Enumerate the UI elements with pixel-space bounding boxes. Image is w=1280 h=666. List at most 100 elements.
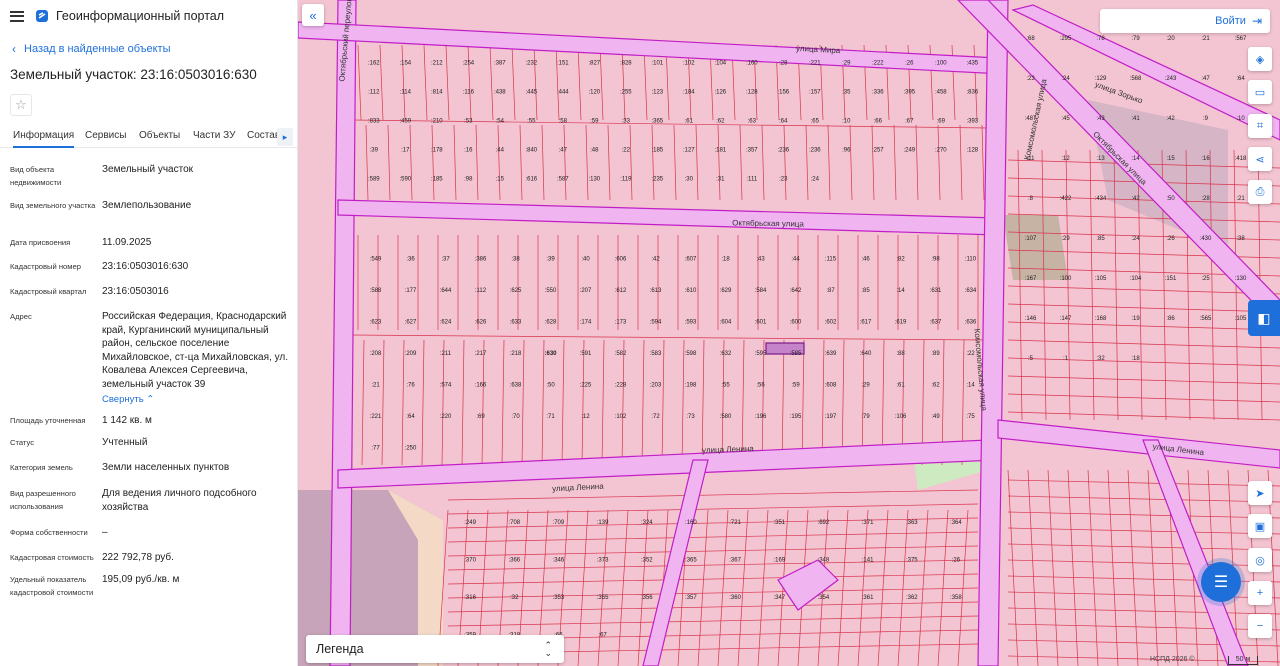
parcel-number-label: :387 [494,61,506,67]
chevron-updown-icon: ⌃ ⌄ [544,640,552,658]
parcel-number-label: :196 [755,414,767,420]
tab-parts[interactable]: Части ЗУ [193,130,235,141]
parcel-number-label: :43 [1096,116,1105,122]
scale-bar: 50 м [1228,656,1258,665]
side-panel-tab-icon[interactable]: ◧ [1248,300,1280,336]
property-label: Кадастровый квартал [10,287,87,296]
property-label: Дата присвоения [10,238,71,247]
parcel-number-label: :370 [464,557,476,563]
parcel-number-label: :567 [1235,36,1247,42]
parcel-number-label: :112 [368,90,380,96]
parcel-number-label: :836 [966,90,978,96]
copyright: НСПД 2026 © [1150,656,1195,663]
parcel-number-label: :66 [874,119,883,125]
property-value: 23:16:0503016:630 [102,261,189,272]
parcel-number-label: :89 [931,351,940,357]
parcel-number-label: :104 [714,61,726,67]
parcel-number-label: :639 [825,351,837,357]
parcel-number-label: :316 [464,595,476,601]
parcel-number-label: :112 [475,288,487,294]
parcel-number-label: :25 [1201,276,1210,282]
parcel-number-label: :634 [965,288,977,294]
parcel-number-label: :151 [557,61,569,67]
map-canvas[interactable]: улица МираОктябрьская улицаулица Ленинау… [298,0,1280,666]
screenshot-icon[interactable]: ▣ [1248,514,1272,538]
parcel-number-label: :79 [1131,36,1140,42]
geolocate-icon[interactable]: ◎ [1248,548,1272,572]
tabs-scroll-right-icon[interactable]: ▸ [277,128,293,146]
parcel-number-label: :623 [370,320,382,326]
parcel-number-label: :8 [1028,196,1034,202]
parcel-number-label: :139 [597,520,609,526]
parcel-number-label: :116 [463,90,475,96]
ruler-icon[interactable]: ▭ [1248,80,1272,104]
property-label: Кадастровая стоимость [10,553,94,562]
parcel-number-label: :637 [930,320,942,326]
parcel-number-label: :88 [896,351,905,357]
property-value: Земли населенных пунктов [102,462,230,473]
parcel-number-label: :549 [370,257,382,263]
print-icon[interactable]: ⎙ [1248,180,1272,204]
back-link-label: Назад в найденные объекты [24,43,171,55]
parcel-number-label: :633 [510,320,522,326]
parcel-number-label: :72 [651,414,660,420]
parcel-number-label: :126 [714,90,726,96]
back-link[interactable]: ‹ Назад в найденные объекты [0,39,297,59]
chat-icon[interactable]: ☰ [1201,562,1241,602]
parcel-number-label: :16 [464,148,473,154]
parcel-number-label: :53 [464,119,473,125]
parcel-number-label: :582 [615,351,627,357]
parcel-number-label: :195 [790,414,802,420]
parcel-number-label: :198 [685,382,697,388]
parcel-number-label: :76 [406,382,415,388]
zoom-in-icon[interactable]: + [1248,581,1272,605]
parcel-number-label: :184 [683,90,695,96]
legend-dropdown[interactable]: Легенда ⌃ ⌄ [306,635,564,663]
login-button[interactable]: Войти ⇥ [1100,9,1270,33]
parcel-number-label: :114 [400,90,412,96]
tab-services[interactable]: Сервисы [85,130,126,141]
parcel-number-label: :444 [557,90,569,96]
parcel-number-label: :128 [966,148,978,154]
parcel-number-label: :67 [598,632,607,638]
parcel-number-label: :70 [511,414,520,420]
parcel-number-label: :255 [620,90,632,96]
parcel-number-label: :26 [1166,236,1175,242]
parcel-number-label: :692 [818,520,830,526]
zoom-out-icon[interactable]: − [1248,614,1272,638]
collapse-link[interactable]: Свернуть ⌃ [102,393,154,407]
parcel-number-label: :351 [773,520,785,526]
scan-icon[interactable]: ⌗ [1248,114,1272,138]
parcel-number-label: :13 [1096,156,1105,162]
parcel-number-label: :363 [906,520,918,526]
collapse-panel-icon[interactable]: « [302,4,324,26]
favorite-star-icon[interactable]: ☆ [10,94,32,116]
parcel-number-label: :418 [1235,156,1247,162]
share-icon[interactable]: ⋖ [1248,147,1272,171]
property-value: 23:16:0503016 [102,286,169,297]
parcel-number-label: :203 [650,382,662,388]
parcel-number-label: :595 [755,351,767,357]
menu-icon[interactable] [10,10,24,22]
parcel-number-label: :709 [553,520,565,526]
parcel-number-label: :42 [1166,116,1175,122]
parcel-number-label: :487 [1025,116,1037,122]
cadastral-map[interactable]: улица Мира Октябрьская улица улица Ленина у… [298,0,1280,666]
tab-objects[interactable]: Объекты [139,130,180,141]
portal-title: Геоинформационный портал [56,9,225,23]
parcel-number-label: :580 [720,414,732,420]
locate-icon[interactable]: ➤ [1248,481,1272,505]
parcel-number-label: :29 [1061,236,1070,242]
parcel-number-label: :160 [685,520,697,526]
parcel-number-label: :375 [906,557,918,563]
parcel-number-label: :100 [935,61,947,67]
parcel-number-label: :111 [746,177,757,183]
parcel-number-label: :41 [1131,116,1140,122]
parcel-number-label: :587 [557,177,569,183]
parcel-number-label: :32 [510,595,519,601]
tab-composition[interactable]: Состав [247,130,280,141]
parcel-number-label: :249 [464,520,476,526]
tab-info[interactable]: Информация [13,130,75,148]
layers-icon[interactable]: ◈ [1248,47,1272,71]
parcel-number-label: :23 [779,177,788,183]
